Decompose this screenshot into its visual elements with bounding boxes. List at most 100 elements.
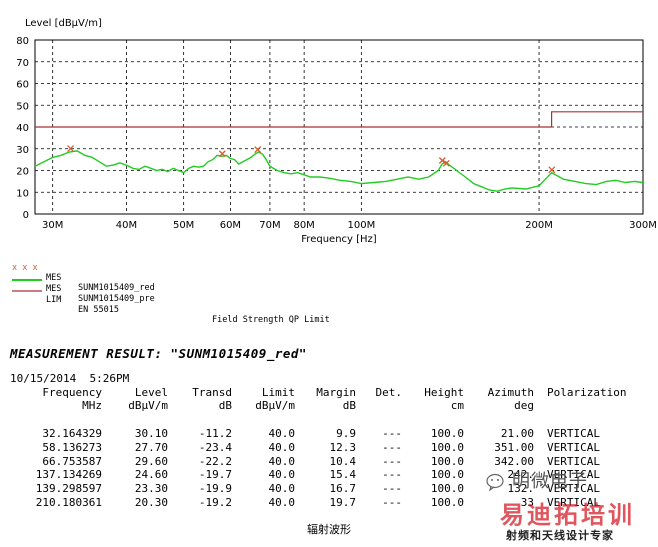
- table-cell: 30.10: [134, 427, 168, 440]
- table-cell: 40.0: [268, 427, 296, 440]
- wechat-icon: [486, 473, 504, 491]
- legend-desc: Field Strength QP Limit: [212, 315, 330, 325]
- table-cell: VERTICAL: [547, 440, 600, 454]
- table-cell: -19.2: [198, 496, 232, 509]
- x-tick-label: 200M: [525, 220, 553, 231]
- column-unit: dBµV/m: [128, 399, 168, 412]
- y-tick-label: 30: [16, 145, 29, 156]
- y-tick-label: 40: [16, 123, 29, 134]
- column-header: Limit: [261, 386, 295, 399]
- y-tick-label: 60: [16, 80, 29, 91]
- column-header: Margin: [316, 386, 356, 399]
- column-header: Azimuth: [487, 386, 534, 399]
- table-cell: -23.4: [198, 440, 232, 454]
- table-cell: 12.3: [329, 440, 357, 454]
- legend-tag: MES: [46, 284, 62, 294]
- table-cell: ---: [382, 427, 402, 440]
- column-header: Transd: [192, 386, 232, 399]
- watermark-brand: 明微电子: [512, 471, 588, 491]
- table-cell: -19.9: [198, 482, 232, 496]
- column-unit: MHz: [82, 399, 102, 412]
- x-axis-title: Frequency [Hz]: [301, 234, 377, 245]
- x-tick-label: 50M: [173, 220, 194, 231]
- figure-caption: 辐射波形: [307, 524, 351, 536]
- table-cell: ---: [382, 482, 402, 496]
- table-cell: 40.0: [268, 468, 296, 482]
- table-cell: 20.30: [134, 496, 168, 509]
- column-header: Frequency: [42, 386, 102, 399]
- y-tick-label: 80: [16, 36, 29, 47]
- result-title: MEASUREMENT RESULT: "SUNM1015409_red": [10, 346, 307, 361]
- table-cell: ---: [382, 496, 402, 509]
- table-cell: 100.0: [430, 427, 464, 440]
- table-cell: 40.0: [268, 440, 296, 454]
- legend-tag: MES: [46, 273, 62, 283]
- table-cell: 32.164329: [42, 427, 102, 440]
- table-cell: 100.0: [430, 468, 464, 482]
- table-cell: VERTICAL: [547, 427, 600, 440]
- legend-name: SUNM1015409_red: [78, 283, 155, 293]
- table-cell: 10.4: [329, 454, 357, 468]
- x-tick-label: 80M: [293, 220, 314, 231]
- table-cell: 100.0: [430, 496, 464, 509]
- table-cell: 16.7: [329, 482, 357, 496]
- table-cell: 40.0: [268, 482, 296, 496]
- table-cell: -22.2: [198, 454, 232, 468]
- table-cell: 139.298597: [35, 482, 102, 496]
- x-tick-label: 40M: [116, 220, 137, 231]
- column-unit: deg: [514, 399, 534, 412]
- table-cell: 24.60: [134, 468, 168, 482]
- result-date: 10/15/2014 5:26PM: [10, 372, 130, 385]
- table-header-row: Frequency Level Transd Limit Margin Det. Heigh…: [10, 386, 650, 400]
- column-unit: dB: [342, 399, 356, 412]
- x-tick-label: 70M: [259, 220, 280, 231]
- table-cell: 58.136273: [42, 440, 102, 454]
- table-cell: ---: [382, 454, 402, 468]
- legend-line-red: [12, 285, 44, 297]
- chart-legend: x x x MES SUNM1015409_red MES SUNM101540…: [12, 253, 652, 325]
- column-unit: dB: [218, 399, 232, 412]
- table-cell: 21.00: [500, 427, 534, 440]
- table-cell: 9.9: [336, 427, 356, 440]
- column-header: Height: [424, 386, 464, 399]
- legend-name: EN 55015: [78, 305, 119, 315]
- column-unit: dBµV/m: [255, 399, 295, 412]
- table-cell: -19.7: [198, 468, 232, 482]
- table-cell: 351.00: [494, 440, 534, 454]
- table-unit-row: MHz dBµV/m dB dBµV/m dB cm deg: [10, 399, 650, 413]
- column-header: Polarization: [547, 386, 627, 399]
- legend-tag: LIM: [46, 295, 62, 305]
- legend-row-lim: LIM EN 55015 Field Strength QP Limit: [12, 275, 330, 325]
- column-unit: cm: [450, 399, 464, 412]
- table-cell: 137.134269: [35, 468, 102, 482]
- table-cell: 66.753587: [42, 454, 102, 468]
- table-cell: 100.0: [430, 454, 464, 468]
- emc-chart: 0 10 20 30 40 50 60 70 80 30M 40M 50M 60M 70M 80M 100M 2…: [16, 18, 657, 245]
- table-cell: 15.4: [329, 468, 357, 482]
- table-cell: 27.70: [134, 440, 168, 454]
- table-cell: 40.0: [268, 496, 296, 509]
- table-cell: 100.0: [430, 482, 464, 496]
- y-tick-label: 0: [23, 210, 29, 221]
- y-tick-label: 10: [16, 188, 29, 199]
- table-row: 32.164329 30.10 -11.2 40.0 9.9 --- 100.0 21.00 V…: [10, 427, 650, 441]
- legend-name: SUNM1015409_pre: [78, 294, 155, 304]
- emc-chart-panel: 0 10 20 30 40 50 60 70 80 30M 40M 50M 60M 70M 80M 100M 2…: [0, 0, 658, 325]
- table-cell: 19.7: [329, 496, 357, 509]
- column-header: Level: [134, 386, 168, 399]
- table-cell: -11.2: [198, 427, 232, 440]
- y-tick-label: 70: [16, 58, 29, 69]
- table-cell: 29.60: [134, 454, 168, 468]
- table-cell: ---: [382, 440, 402, 454]
- x-tick-label: 100M: [347, 220, 375, 231]
- table-cell: ---: [382, 468, 402, 482]
- x-tick-label: 30M: [42, 220, 63, 231]
- table-cell: 40.0: [268, 454, 296, 468]
- x-tick-label: 300M: [629, 220, 657, 231]
- table-cell: 23.30: [134, 482, 168, 496]
- y-axis-title: Level [dBµV/m]: [25, 18, 102, 29]
- table-cell: 210.180361: [35, 496, 102, 509]
- column-header: Det.: [375, 386, 403, 399]
- table-cell: 100.0: [430, 440, 464, 454]
- x-tick-label: 60M: [220, 220, 241, 231]
